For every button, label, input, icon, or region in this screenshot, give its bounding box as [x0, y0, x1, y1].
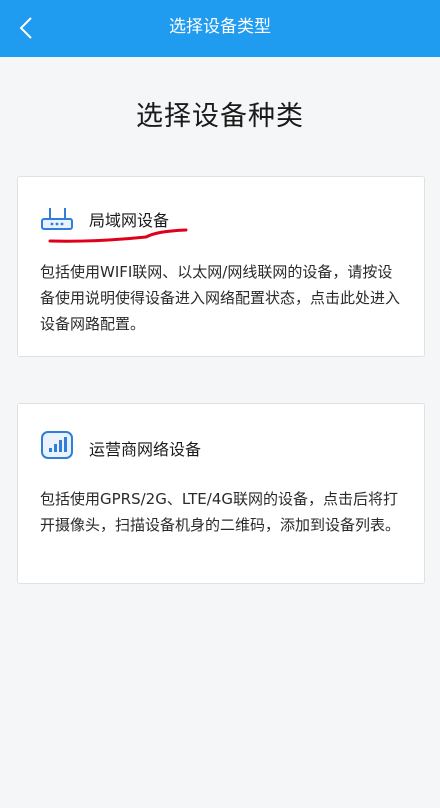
lan-device-option[interactable]: 局域网设备 包括使用WIFI联网、以太网/网线联网的设备，请按设备使用说明使得设…	[17, 176, 425, 357]
top-navigation-bar: 选择设备类型	[0, 0, 440, 57]
red-underline-annotation	[48, 228, 188, 243]
page-title: 选择设备类型	[169, 17, 271, 37]
option-title: 运营商网络设备	[89, 440, 202, 459]
option-description: 包括使用WIFI联网、以太网/网线联网的设备，请按设备使用说明使得设备进入网络配…	[40, 263, 401, 333]
section-heading: 选择设备种类	[136, 101, 304, 132]
option-description: 包括使用GPRS/2G、LTE/4G联网的设备，点击后将打开摄像头，扫描设备机身…	[40, 490, 401, 534]
carrier-device-option[interactable]: 运营商网络设备 包括使用GPRS/2G、LTE/4G联网的设备，点击后将打开摄像…	[17, 403, 425, 584]
cellular-signal-icon	[41, 431, 73, 459]
